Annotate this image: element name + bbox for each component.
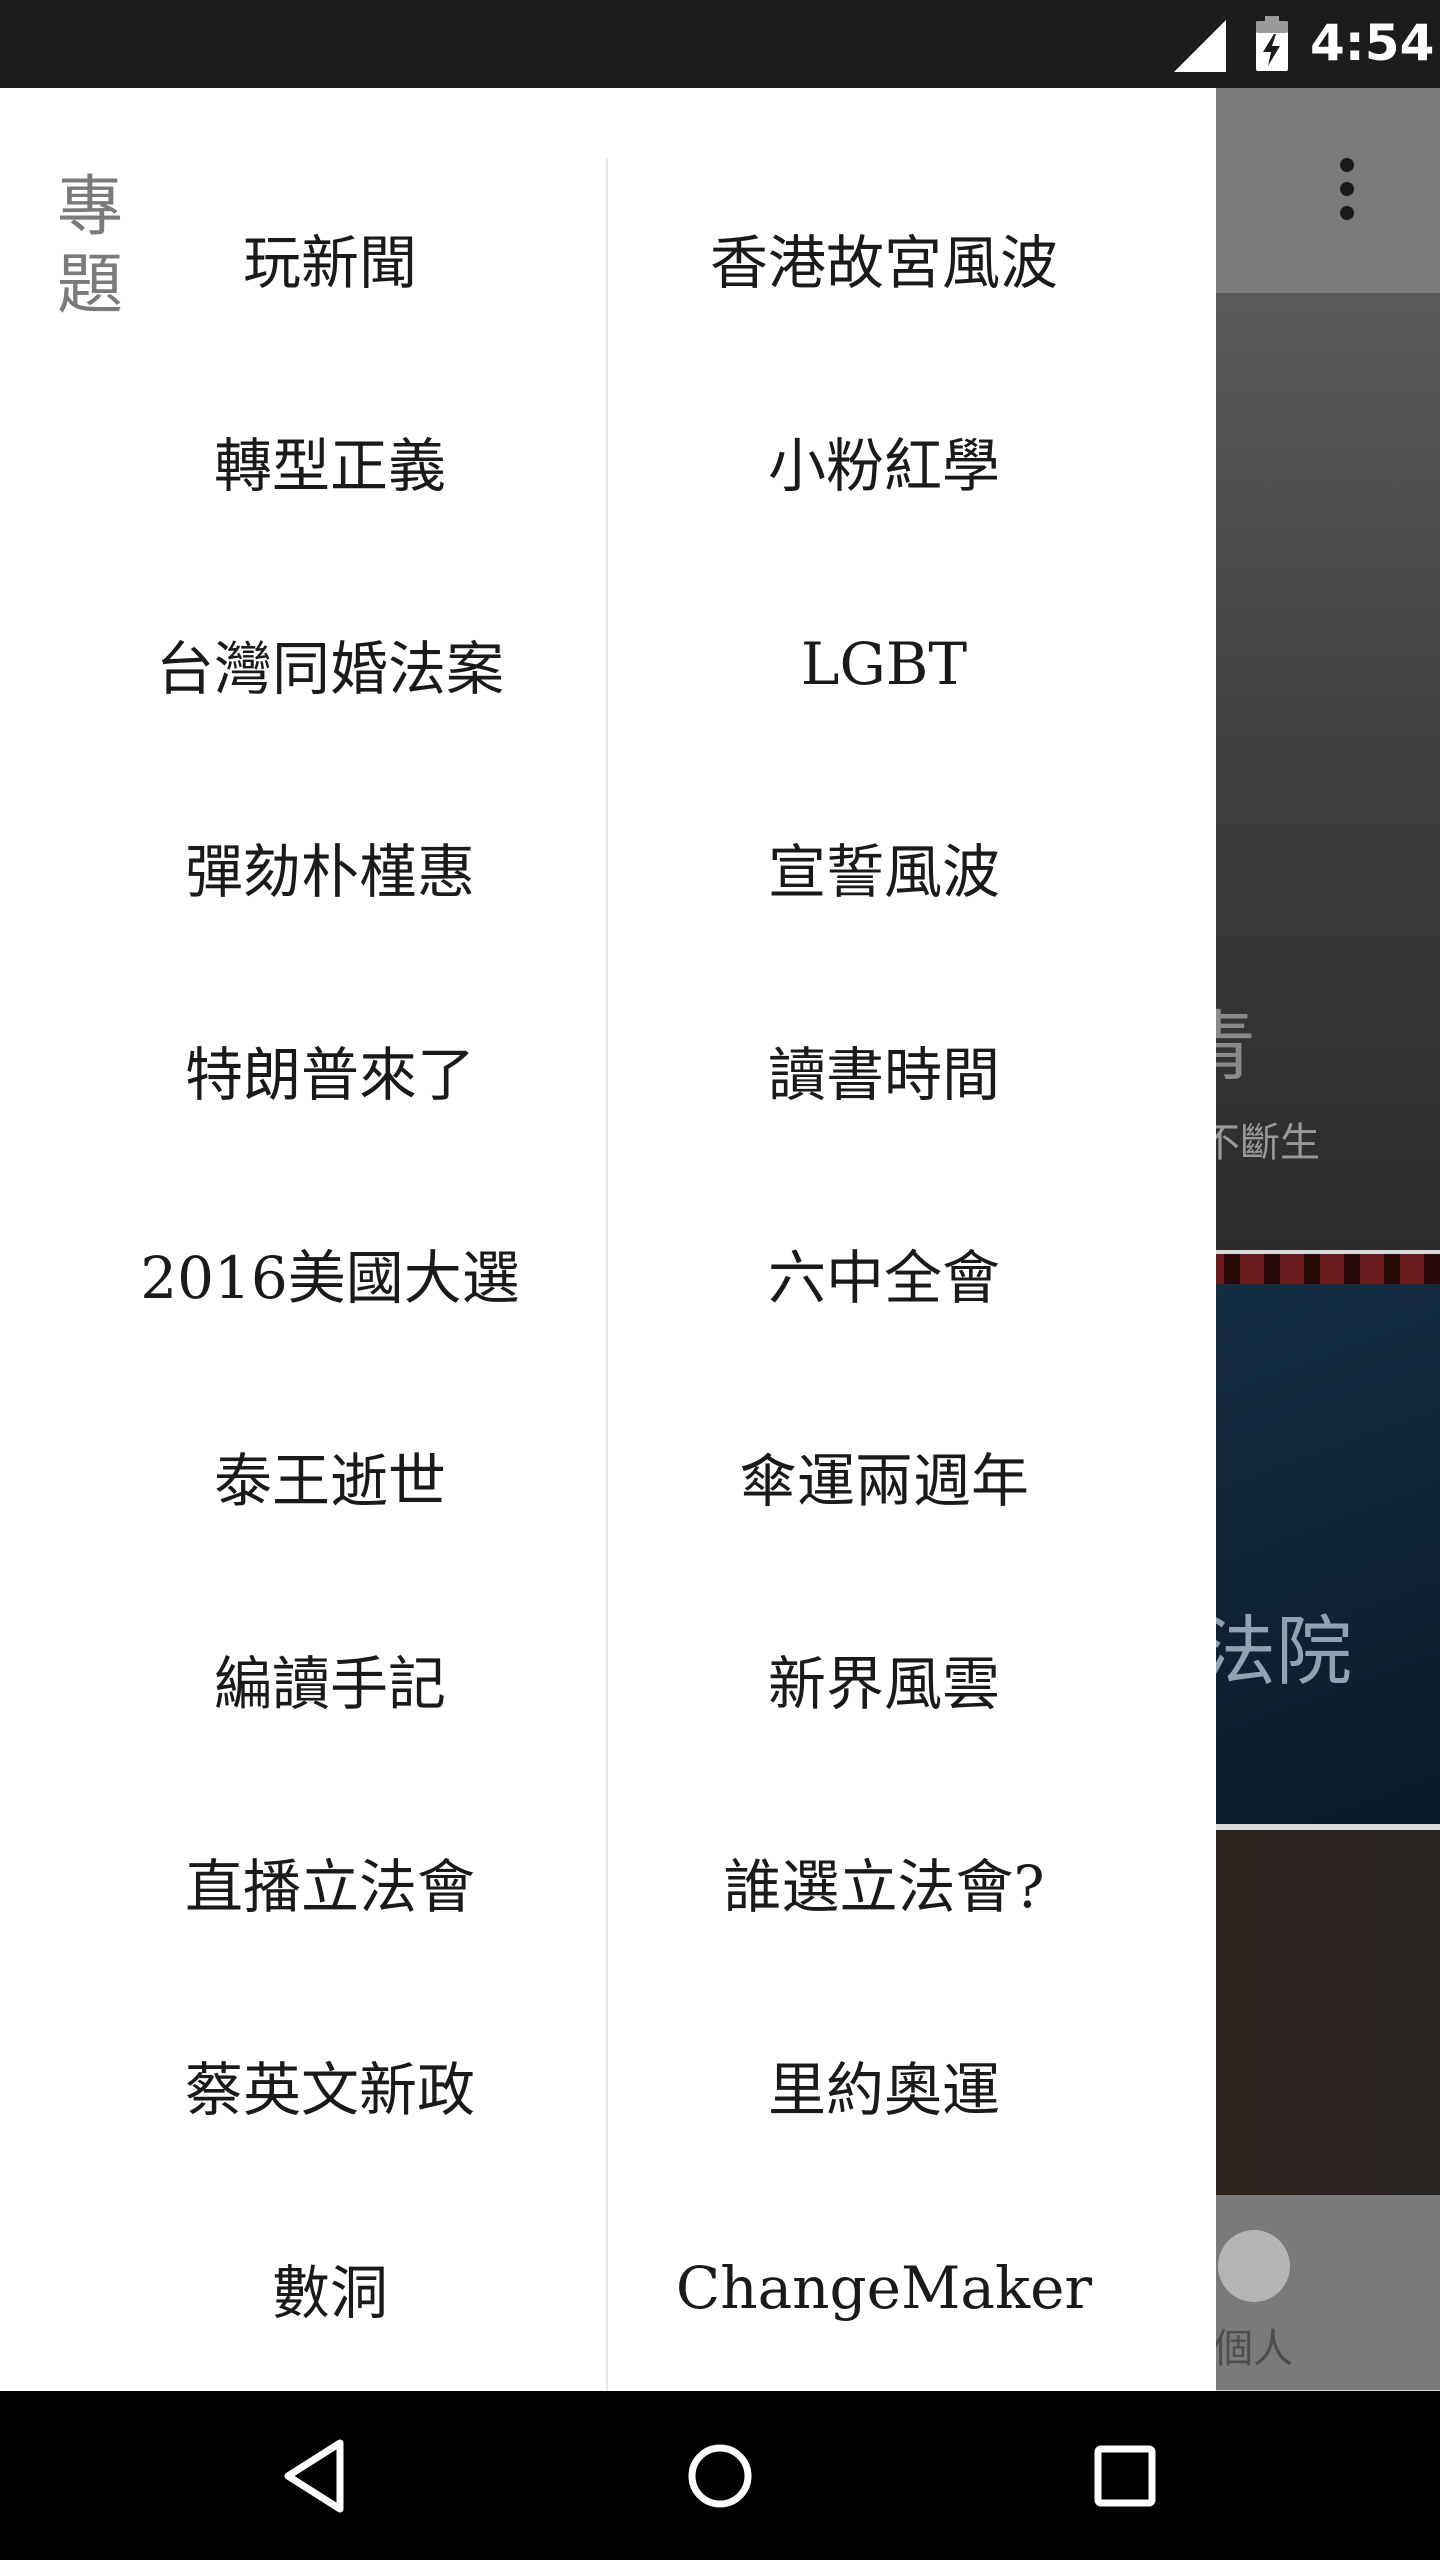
topic-item[interactable]: 六中全會	[634, 1213, 1134, 1333]
topic-item[interactable]: 傘運兩週年	[634, 1416, 1134, 1536]
topic-item[interactable]: 宣誓風波	[634, 807, 1134, 927]
home-icon[interactable]	[675, 2431, 765, 2521]
battery-charging-icon	[1256, 16, 1288, 71]
topic-item[interactable]: 台灣同婚法案	[80, 604, 580, 724]
topic-item[interactable]: LGBT	[634, 604, 1134, 724]
screen: 4:54 青 不斷生 法院 個人 專 題 玩新聞 轉型正義 台灣同婚法案 彈劾朴…	[0, 0, 1440, 2560]
topic-item[interactable]: 新界風雲	[634, 1619, 1134, 1739]
topic-item[interactable]: 直播立法會	[80, 1822, 580, 1942]
topic-item[interactable]: 編讀手記	[80, 1619, 580, 1739]
account-icon[interactable]	[1218, 2230, 1290, 2302]
topic-item[interactable]: 玩新聞	[80, 198, 580, 318]
topic-item[interactable]: 香港故宮風波	[634, 198, 1134, 318]
topic-item[interactable]: 數洞	[80, 2228, 580, 2348]
recents-icon[interactable]	[1080, 2431, 1170, 2521]
article-card-subtitle: 不斷生	[1200, 1120, 1320, 1166]
topic-item[interactable]: 泰王逝世	[80, 1416, 580, 1536]
topic-item[interactable]: ChangeMaker	[634, 2228, 1134, 2348]
bottom-nav-label-personal[interactable]: 個人	[1213, 2316, 1293, 2374]
topic-item[interactable]: 小粉紅學	[634, 401, 1134, 521]
topic-item[interactable]: 誰選立法會?	[634, 1822, 1134, 1942]
overflow-menu-icon[interactable]	[1322, 158, 1372, 238]
topic-grid: 玩新聞 轉型正義 台灣同婚法案 彈劾朴槿惠 特朗普來了 2016美國大選 泰王逝…	[0, 88, 1216, 2391]
topic-item[interactable]: 特朗普來了	[80, 1010, 580, 1130]
topics-drawer: 專 題 玩新聞 轉型正義 台灣同婚法案 彈劾朴槿惠 特朗普來了 2016美國大選…	[0, 88, 1216, 2391]
topic-item[interactable]: 蔡英文新政	[80, 2025, 580, 2145]
article-card-title: 法院	[1200, 1607, 1352, 1696]
system-navigation-bar	[0, 2391, 1440, 2560]
status-bar: 4:54	[0, 0, 1440, 88]
topic-item[interactable]: 轉型正義	[80, 401, 580, 521]
signal-icon	[1174, 20, 1226, 72]
back-icon[interactable]	[270, 2431, 360, 2521]
topic-item[interactable]: 里約奧運	[634, 2025, 1134, 2145]
topic-item[interactable]: 2016美國大選	[80, 1213, 580, 1333]
status-time: 4:54	[1310, 14, 1435, 72]
topic-item[interactable]: 讀書時間	[634, 1010, 1134, 1130]
topic-item[interactable]: 彈劾朴槿惠	[80, 807, 580, 927]
